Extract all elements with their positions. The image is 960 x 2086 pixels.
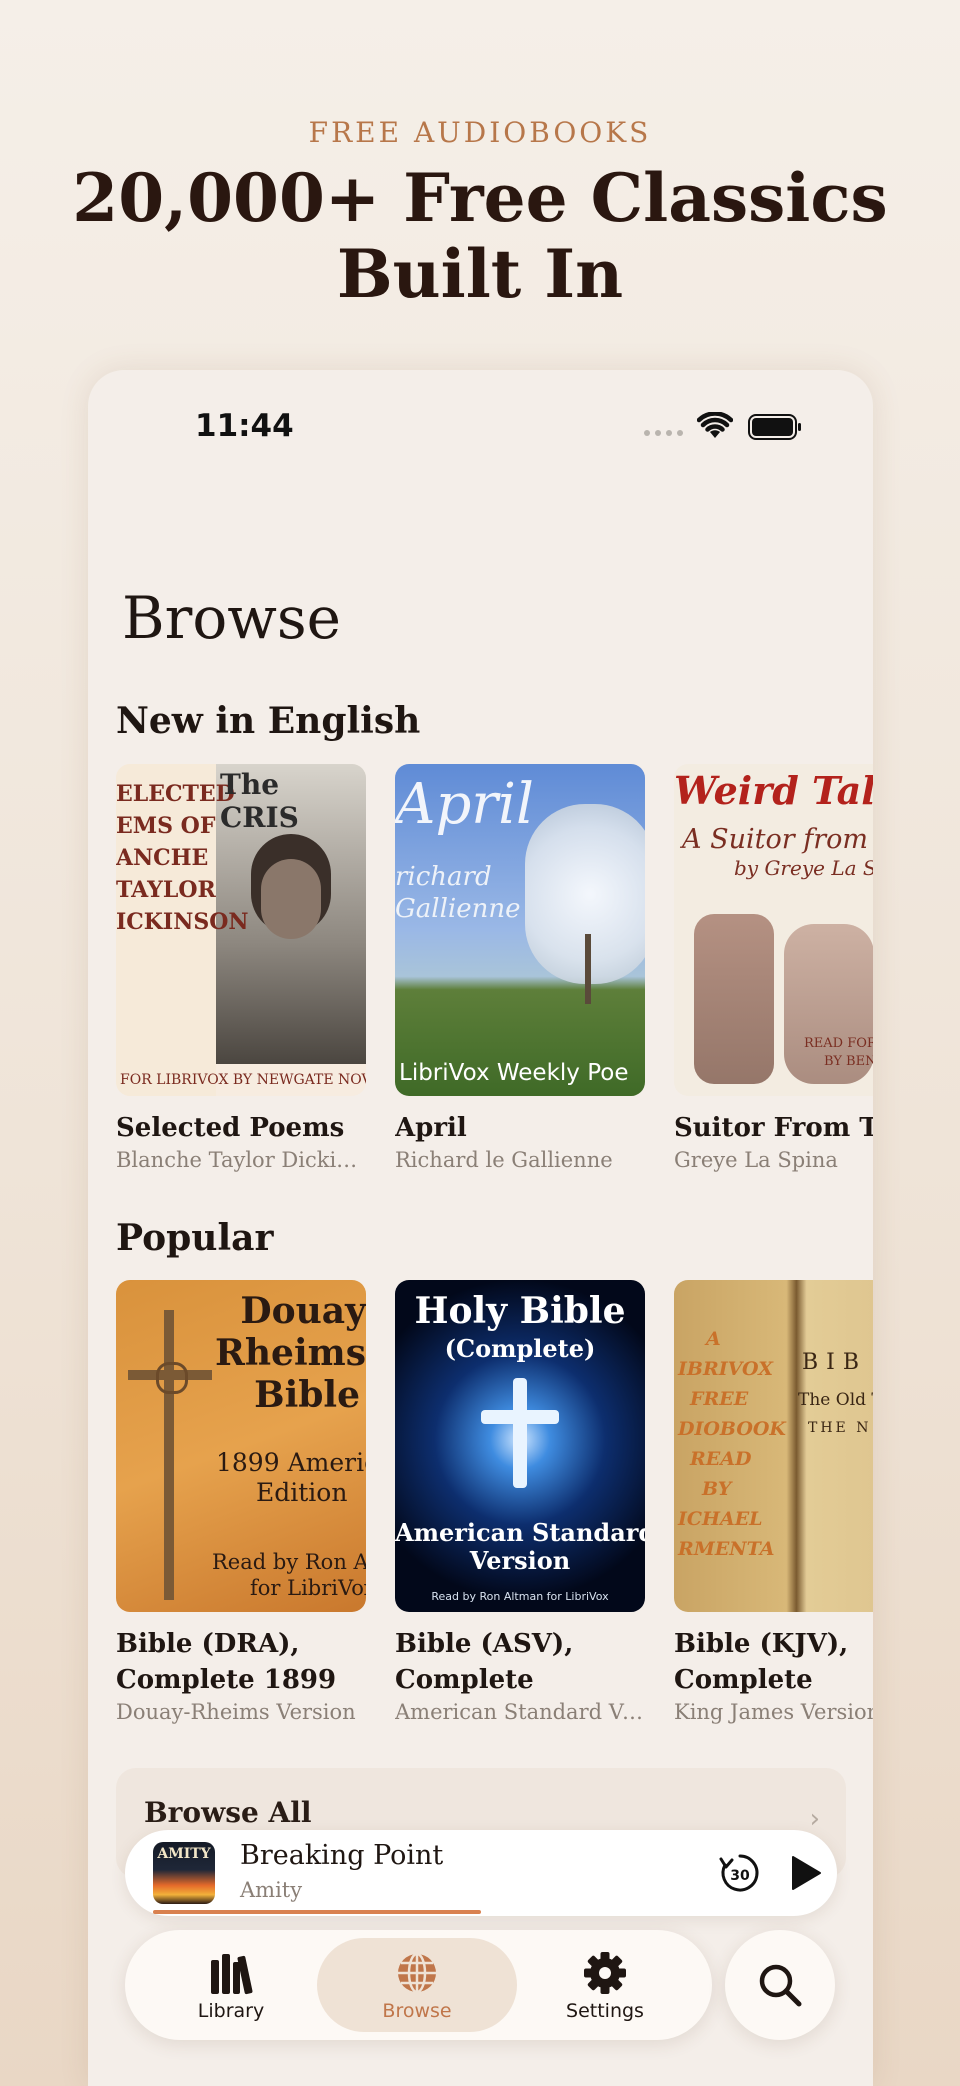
now-playing-title: Breaking Point [240, 1840, 444, 1871]
cover-line: IBRIVOX [678, 1358, 773, 1380]
cover-line: BY [702, 1478, 732, 1500]
cover-line: for LibriVox [250, 1576, 366, 1600]
play-icon[interactable] [787, 1854, 823, 1892]
cover-line: The CRIS [220, 768, 299, 834]
wifi-icon [697, 412, 733, 438]
book-card[interactable]: ELECTED EMS OF ANCHE TAYLOR ICKINSON The… [116, 764, 366, 1172]
cover-line: Douay [240, 1290, 366, 1332]
cover-line: The Old T [798, 1390, 873, 1410]
tab-label: Browse [382, 2000, 452, 2022]
book-cover[interactable]: Weird Tales A Suitor from the by Greye L… [674, 764, 873, 1096]
book-row-new: ELECTED EMS OF ANCHE TAYLOR ICKINSON The… [116, 764, 873, 1224]
cover-line: American Standard [395, 1518, 645, 1547]
cover-line: Read by Ron Altman for LibriVox [431, 1590, 609, 1603]
book-cover[interactable]: ELECTED EMS OF ANCHE TAYLOR ICKINSON The… [116, 764, 366, 1096]
now-playing-subtitle: Amity [240, 1878, 303, 1902]
book-card[interactable]: Weird Tales A Suitor from the by Greye L… [674, 764, 873, 1172]
book-cover[interactable]: Douay Rheims Bible 1899 America Edition … [116, 1280, 366, 1612]
book-author: Richard le Gallienne [395, 1148, 613, 1172]
book-title: Bible (KJV), Complete [674, 1629, 849, 1695]
tab-bar: Library Browse Settings [125, 1930, 712, 2040]
promo-eyebrow: FREE AUDIOBOOKS [308, 116, 652, 149]
cover-line: BY BEN [824, 1054, 873, 1069]
skip-seconds-label: 30 [730, 1868, 750, 1884]
playback-progress [153, 1910, 481, 1914]
cover-line: FOR LIBRIVOX BY NEWGATE NOV [120, 1072, 366, 1088]
cover-line: Read by Ron Altm [212, 1550, 366, 1574]
cover-line: DIOBOOK [678, 1418, 786, 1440]
cover-line: ICKINSON [116, 909, 249, 935]
cover-line: Weird Tales [674, 768, 873, 813]
tab-settings[interactable]: Settings [525, 1938, 685, 2032]
cover-line: Edition [256, 1478, 348, 1507]
cover-line: TAYLOR [116, 877, 216, 903]
book-author: Douay-Rheims Version [116, 1700, 356, 1724]
book-cover[interactable]: Holy Bible (Complete) American Standard … [395, 1280, 645, 1612]
cover-line: Version [469, 1546, 571, 1575]
signal-dots-icon [644, 430, 683, 436]
cover-line: Gallienne [395, 894, 521, 924]
section-title-popular: Popular [116, 1217, 274, 1259]
chevron-right-icon: › [809, 1804, 820, 1834]
book-author: American Standard Version [395, 1700, 645, 1724]
cover-line: THE N [808, 1420, 872, 1436]
book-card[interactable]: April richard Gallienne LibriVox Weekly … [395, 764, 645, 1172]
status-time: 11:44 [195, 408, 294, 444]
book-row-popular: Douay Rheims Bible 1899 America Edition … [116, 1280, 873, 1740]
search-button[interactable] [725, 1930, 835, 2040]
cover-line: 1899 America [216, 1448, 366, 1477]
book-card[interactable]: Holy Bible (Complete) American Standard … [395, 1280, 645, 1724]
globe-icon [398, 1952, 436, 1994]
artwork-text: AMITY [157, 1846, 211, 1862]
cover-line: by Greye La Sp [734, 856, 873, 880]
tab-label: Library [197, 2000, 265, 2022]
promo-headline: 20,000+ Free Classics Built In [72, 159, 888, 313]
cover-line: Rheims [214, 1332, 366, 1374]
cover-line: ICHAEL [678, 1508, 763, 1530]
book-author: Blanche Taylor Dickinson [116, 1148, 366, 1172]
tab-label: Settings [566, 2000, 644, 2022]
cover-line: A [706, 1328, 721, 1350]
tab-browse[interactable]: Browse [317, 1938, 517, 2032]
mini-player[interactable]: AMITY Breaking Point Amity 30 [125, 1830, 837, 1916]
cover-line: ANCHE [116, 845, 209, 871]
book-title: Bible (DRA), Complete 1899 American Edit… [116, 1629, 337, 1695]
book-author: Greye La Spina [674, 1148, 838, 1172]
cover-line: FREE [690, 1388, 749, 1410]
cover-line: A Suitor from the [682, 824, 873, 855]
page-title: Browse [122, 584, 342, 652]
book-title: April [395, 1113, 467, 1143]
battery-icon [748, 414, 801, 440]
cover-line: READ FOR L [804, 1036, 873, 1051]
cover-line: (Complete) [444, 1334, 596, 1363]
book-title: Bible (ASV), Complete [395, 1629, 574, 1695]
book-author: King James Version [674, 1700, 873, 1724]
book-title: Selected Poems [116, 1113, 345, 1143]
tab-library[interactable]: Library [151, 1938, 311, 2032]
cover-line: April [395, 772, 534, 837]
cover-line: RMENTA [678, 1538, 775, 1560]
book-card[interactable]: A IBRIVOX FREE DIOBOOK READ BY ICHAEL RM… [674, 1280, 873, 1724]
cover-line: Bible [254, 1374, 360, 1416]
search-icon [759, 1964, 802, 2007]
book-card[interactable]: Douay Rheims Bible 1899 America Edition … [116, 1280, 366, 1724]
book-cover[interactable]: April richard Gallienne LibriVox Weekly … [395, 764, 645, 1096]
cover-line: LibriVox Weekly Poe [399, 1060, 629, 1086]
phone-screen: 11:44 Browse New in English ELECTED EMS … [88, 370, 873, 2086]
skip-back-30-icon[interactable]: 30 [717, 1850, 763, 1896]
browse-all-label: Browse All [144, 1796, 312, 1829]
library-icon [211, 1954, 253, 1995]
section-title-new-in-english: New in English [116, 700, 421, 742]
book-cover[interactable]: A IBRIVOX FREE DIOBOOK READ BY ICHAEL RM… [674, 1280, 873, 1612]
book-title: Suitor From The Sea [674, 1113, 873, 1143]
cover-line: READ [690, 1448, 752, 1470]
cover-line: BIB [802, 1350, 868, 1375]
now-playing-artwork: AMITY [153, 1842, 215, 1904]
gear-icon [584, 1952, 626, 1994]
cover-line: Holy Bible [414, 1290, 626, 1332]
cover-line: richard [395, 862, 492, 892]
